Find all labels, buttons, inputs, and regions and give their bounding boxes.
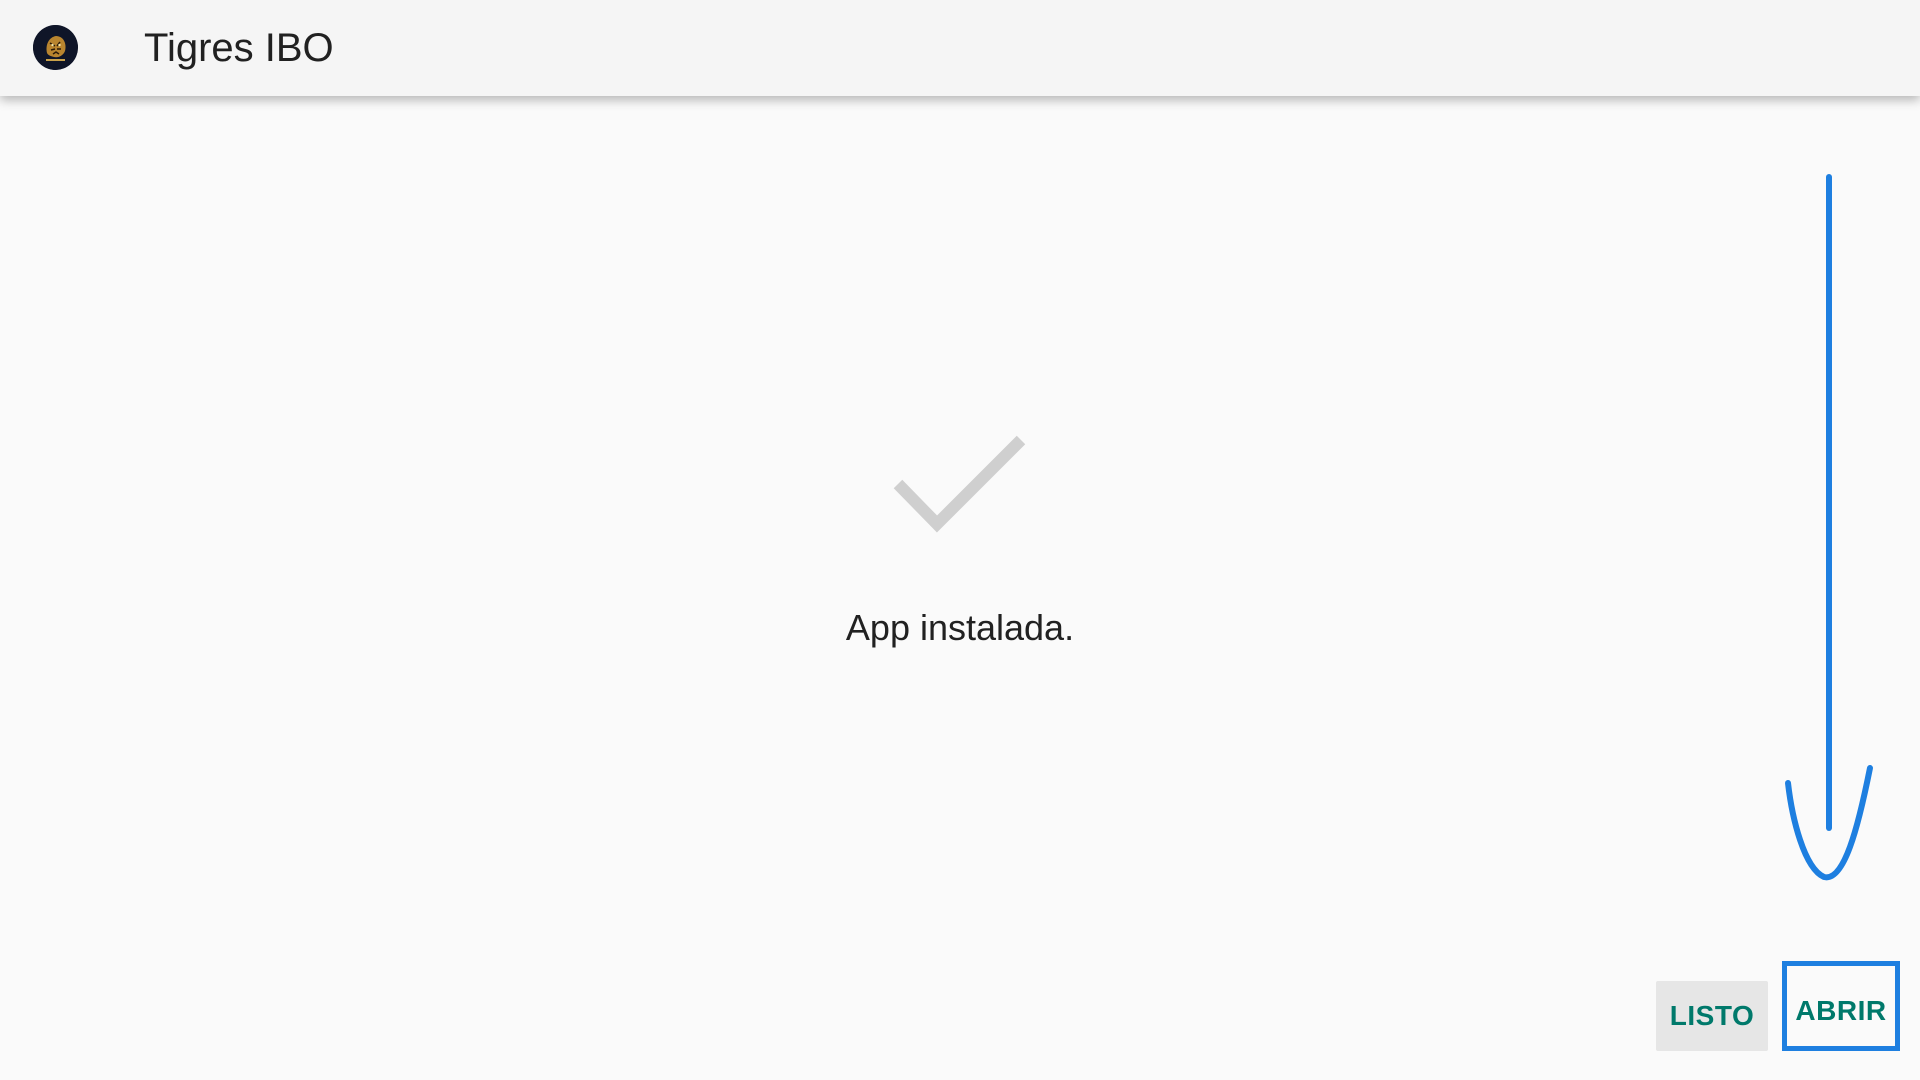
app-bar: Tigres IBO	[0, 0, 1920, 96]
open-button[interactable]: ABRIR	[1782, 961, 1900, 1051]
tiger-logo-icon	[33, 25, 78, 70]
done-button[interactable]: LISTO	[1656, 981, 1768, 1051]
install-result-panel	[0, 96, 1920, 1080]
install-status-message: App instalada.	[845, 607, 1075, 648]
app-title: Tigres IBO	[144, 26, 334, 70]
checkmark-icon	[893, 435, 1026, 533]
